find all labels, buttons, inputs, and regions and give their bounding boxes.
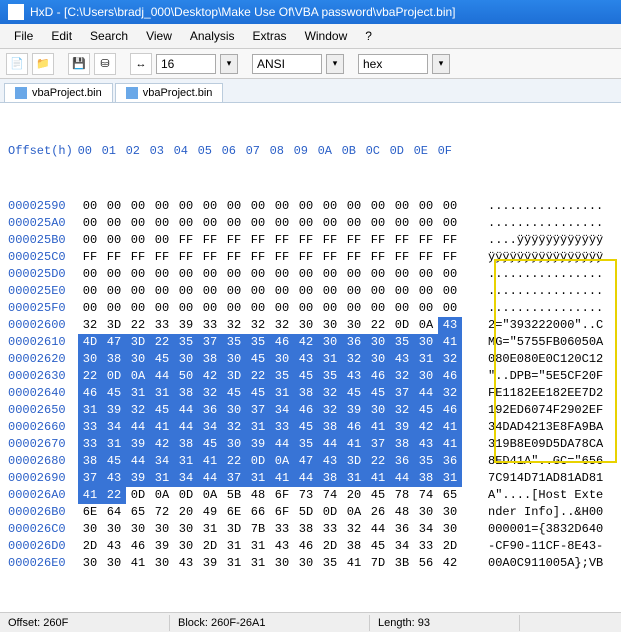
menu-extras[interactable]: Extras: [245, 27, 295, 45]
bytes-per-row-input[interactable]: [156, 54, 216, 74]
tab-bar: vbaProject.bin vbaProject.bin: [0, 79, 621, 103]
new-file-icon[interactable]: 📄: [6, 53, 28, 75]
menu-analysis[interactable]: Analysis: [182, 27, 243, 45]
tab-file-1[interactable]: vbaProject.bin: [4, 83, 113, 102]
hex-row[interactable]: 0000265031393245443630373446323930324546…: [8, 402, 617, 419]
menu-file[interactable]: File: [6, 27, 41, 45]
refresh-icon[interactable]: ↔: [130, 53, 152, 75]
window-title: HxD - [C:\Users\bradj_000\Desktop\Make U…: [30, 5, 456, 19]
hex-row[interactable]: 0000267033313942384530394435444137384341…: [8, 436, 617, 453]
encoding-dropdown[interactable]: ▾: [326, 54, 344, 74]
hex-row[interactable]: 000025F000000000000000000000000000000000…: [8, 300, 617, 317]
datatype-input[interactable]: [358, 54, 428, 74]
open-file-icon[interactable]: 📁: [32, 53, 54, 75]
app-icon: [8, 4, 24, 20]
menu-search[interactable]: Search: [82, 27, 136, 45]
hex-row[interactable]: 000025A000000000000000000000000000000000…: [8, 215, 617, 232]
hex-row[interactable]: 000026104D473D22353735354642303630353041…: [8, 334, 617, 351]
hex-row[interactable]: 0000269037433931344437314144383141443831…: [8, 470, 617, 487]
toolbar: 📄 📁 💾 ⛁ ↔ ▾ ▾ ▾: [0, 49, 621, 79]
hex-row[interactable]: 0000262030383045303830453043313230433132…: [8, 351, 617, 368]
hex-editor[interactable]: Offset(h)000102030405060708090A0B0C0D0E0…: [0, 103, 621, 612]
menu-bar: File Edit Search View Analysis Extras Wi…: [0, 24, 621, 49]
file-icon: [126, 87, 138, 99]
status-length: Length: 93: [370, 615, 520, 631]
menu-help[interactable]: ?: [357, 27, 380, 45]
tab-file-2[interactable]: vbaProject.bin: [115, 83, 224, 102]
file-icon: [15, 87, 27, 99]
bytes-per-row-dropdown[interactable]: ▾: [220, 54, 238, 74]
hex-row[interactable]: 000025D000000000000000000000000000000000…: [8, 266, 617, 283]
hex-row[interactable]: 00002630220D0A4450423D223545354346323046…: [8, 368, 617, 385]
menu-edit[interactable]: Edit: [43, 27, 80, 45]
hex-row[interactable]: 0000259000000000000000000000000000000000…: [8, 198, 617, 215]
hex-row[interactable]: 00002600323D22333933323232303030220D0A43…: [8, 317, 617, 334]
tab-label: vbaProject.bin: [143, 87, 213, 99]
menu-window[interactable]: Window: [297, 27, 356, 45]
title-bar: HxD - [C:\Users\bradj_000\Desktop\Make U…: [0, 0, 621, 24]
hex-row[interactable]: 000026E03030413043393131303035417D3B5642…: [8, 555, 617, 572]
disk-icon[interactable]: ⛁: [94, 53, 116, 75]
hex-row[interactable]: 0000266033344441443432313345384641394241…: [8, 419, 617, 436]
status-offset: Offset: 260F: [0, 615, 170, 631]
hex-row[interactable]: 000026A041220D0A0D0A5B486F73742045787465…: [8, 487, 617, 504]
datatype-dropdown[interactable]: ▾: [432, 54, 450, 74]
hex-row[interactable]: 000025E000000000000000000000000000000000…: [8, 283, 617, 300]
hex-row[interactable]: 000026B06E64657220496E666F5D0D0A26483030…: [8, 504, 617, 521]
hex-row[interactable]: 000025B000000000FFFFFFFFFFFFFFFFFFFFFFFF…: [8, 232, 617, 249]
status-block: Block: 260F-26A1: [170, 615, 370, 631]
hex-row[interactable]: 000026D02D434639302D313143462D384534332D…: [8, 538, 617, 555]
tab-label: vbaProject.bin: [32, 87, 102, 99]
status-bar: Offset: 260F Block: 260F-26A1 Length: 93: [0, 612, 621, 632]
hex-row[interactable]: 000025C0FFFFFFFFFFFFFFFFFFFFFFFFFFFFFFFF…: [8, 249, 617, 266]
menu-view[interactable]: View: [138, 27, 180, 45]
hex-row[interactable]: 0000264046453131383245453138324545374432…: [8, 385, 617, 402]
save-icon[interactable]: 💾: [68, 53, 90, 75]
hex-row[interactable]: 00002680384544343141220D0A47433D22363536…: [8, 453, 617, 470]
encoding-input[interactable]: [252, 54, 322, 74]
hex-row[interactable]: 000026C03030303030313D7B3338333244363430…: [8, 521, 617, 538]
